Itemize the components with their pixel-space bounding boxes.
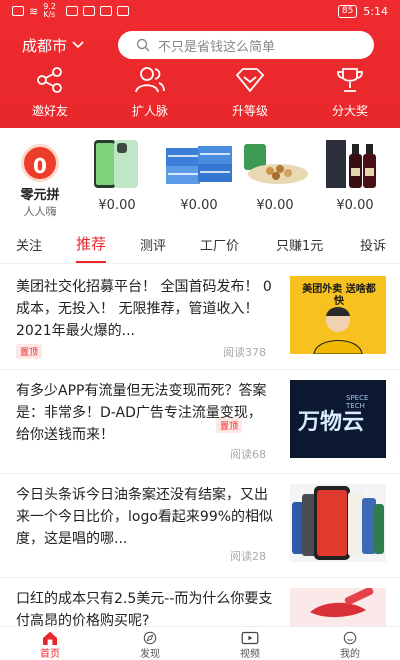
pinned-badge: 置顶 [16, 344, 43, 359]
trophy-icon [337, 68, 363, 92]
sim-icon [12, 6, 24, 16]
action-label: 邀好友 [31, 104, 68, 118]
space-tech-caption: SPECE TECH [346, 394, 369, 410]
news-title: 美团社交化招募平台！ 全国首码发布！ 0成本，无投入！ 无限推荐，管道收入！ 2… [16, 279, 272, 339]
header-bar: ≋ 9.2 K/s 85 5:14 成都市 不只是省钱这么简单 邀好友 扩人脉 … [0, 0, 400, 128]
news-thumbnail [290, 484, 386, 562]
app-notification-icon [66, 6, 79, 16]
nav-label: 视频 [240, 649, 260, 660]
news-thumbnail [290, 588, 386, 626]
snack-image [238, 138, 312, 190]
product-card[interactable]: ¥0.00 [238, 138, 312, 213]
zero-badge-icon: 0 [21, 144, 59, 182]
city-selector[interactable]: 成都市 [22, 35, 85, 56]
tab-earn-one-yuan[interactable]: 只赚1元 [276, 235, 323, 254]
nav-video[interactable]: 视频 [200, 627, 300, 660]
zero-buy-title: 零元拼 [20, 188, 60, 203]
app-notification-icon [83, 6, 96, 16]
nav-home[interactable]: 首页 [0, 627, 100, 660]
wifi-icon: ≋ [29, 4, 39, 18]
chevron-down-icon [72, 41, 84, 49]
wine-image [318, 138, 392, 190]
search-icon [136, 38, 150, 52]
tab-follow[interactable]: 关注 [16, 235, 42, 254]
read-count: 阅读378 [223, 346, 266, 359]
news-item[interactable]: 美团社交化招募平台！ 全国首码发布！ 0成本，无投入！ 无限推荐，管道收入！ 2… [0, 266, 400, 370]
diamond-icon [235, 68, 265, 93]
action-label: 分大奖 [331, 104, 368, 118]
product-card[interactable]: ¥0.00 [318, 138, 392, 213]
product-card[interactable]: ¥0.00 [80, 138, 154, 213]
product-price: ¥0.00 [256, 198, 294, 213]
pinned-badge: 置顶 [216, 418, 243, 433]
tissue-image [162, 138, 236, 190]
nav-label: 发现 [140, 649, 160, 660]
tab-complaint[interactable]: 投诉 [360, 235, 386, 254]
city-label: 成都市 [22, 36, 68, 55]
news-item[interactable]: 今日头条诉今日油条案还没有结案，又出来一个今日比价，logo看起来99%的相似度… [0, 474, 400, 578]
product-price: ¥0.00 [336, 198, 374, 213]
bottom-nav: 首页 发现 视频 我的 [0, 626, 400, 660]
news-thumbnail: 万物云 SPECE TECH [290, 380, 386, 458]
action-label: 升等级 [231, 104, 268, 118]
product-price: ¥0.00 [180, 198, 218, 213]
nav-profile[interactable]: 我的 [300, 627, 400, 660]
nav-label: 我的 [340, 649, 360, 660]
action-upgrade-level[interactable]: 升等级 [200, 66, 300, 120]
status-bar: ≋ 9.2 K/s 85 5:14 [0, 0, 400, 22]
action-expand-network[interactable]: 扩人脉 [100, 66, 200, 120]
app-notification-icon [100, 6, 113, 16]
search-input[interactable]: 不只是省钱这么简单 [118, 31, 374, 59]
search-placeholder: 不只是省钱这么简单 [158, 39, 276, 55]
battery-icon: 85 [337, 4, 358, 18]
action-grand-prize[interactable]: 分大奖 [300, 66, 400, 120]
zero-buy-strip: 0 零元拼 人人嗨 ¥0.00 ¥0.00 ¥0.00 ¥0.00 [0, 138, 400, 218]
news-thumbnail: 美团外卖 送啥都快 [290, 276, 386, 354]
people-icon [135, 67, 165, 93]
action-label: 扩人脉 [131, 104, 168, 118]
compass-icon [143, 631, 157, 645]
home-icon [43, 631, 57, 645]
news-title: 今日头条诉今日油条案还没有结案，又出来一个今日比价，logo看起来99%的相似度… [16, 487, 274, 547]
nav-discover[interactable]: 发现 [100, 627, 200, 660]
read-count: 阅读28 [230, 550, 266, 563]
news-item[interactable]: 有多少APP有流量但无法变现而死？答案是：非常多！D-AD广告专注流量变现，给你… [0, 370, 400, 474]
clock: 5:14 [363, 4, 388, 18]
thumbnail-caption: 美团外卖 送啥都快 [302, 284, 376, 307]
video-icon [241, 631, 259, 645]
tab-factory-price[interactable]: 工厂价 [200, 235, 239, 254]
read-count: 阅读68 [230, 448, 266, 461]
product-price: ¥0.00 [98, 198, 136, 213]
app-notification-icon [117, 6, 130, 16]
share-icon [37, 67, 62, 93]
profile-icon [343, 631, 357, 645]
action-invite-friends[interactable]: 邀好友 [0, 66, 100, 120]
category-tabs: 关注 推荐 测评 工厂价 只赚1元 投诉 [0, 226, 400, 264]
zero-buy-subtitle: 人人嗨 [23, 205, 57, 218]
net-speed: 9.2 K/s [43, 2, 56, 19]
product-card[interactable]: ¥0.00 [162, 138, 236, 213]
tab-review[interactable]: 测评 [140, 235, 166, 254]
nav-label: 首页 [40, 649, 60, 660]
news-title: 有多少APP有流量但无法变现而死？答案是：非常多！D-AD广告专注流量变现，给你… [16, 383, 267, 443]
news-item[interactable]: 口红的成本只有2.5美元--而为什么你要支付高昂的价格购买呢? [0, 578, 400, 629]
tab-recommend[interactable]: 推荐 [76, 233, 107, 263]
zero-buy-entry[interactable]: 0 零元拼 人人嗨 [12, 144, 68, 219]
phone-image [80, 138, 154, 190]
